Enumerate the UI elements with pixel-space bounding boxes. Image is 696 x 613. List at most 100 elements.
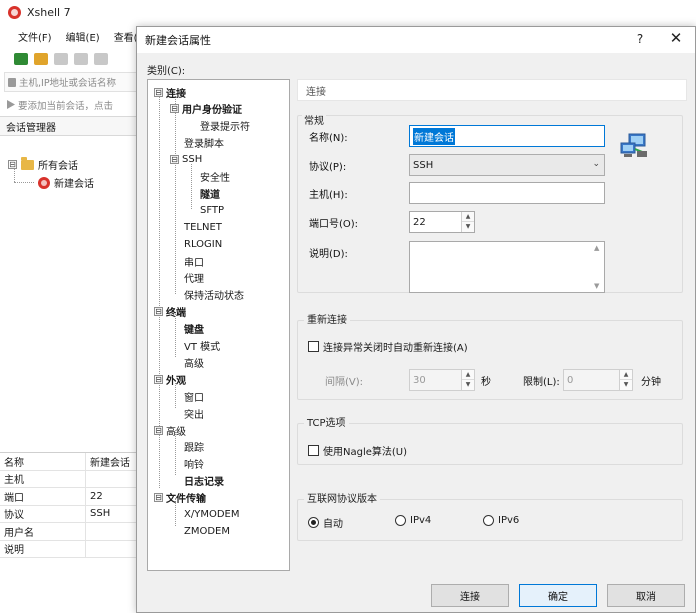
category-item[interactable]: 窗口 — [184, 389, 204, 404]
spin-buttons[interactable]: ▲ ▼ — [619, 370, 632, 390]
main-window-title: Xshell 7 — [27, 5, 71, 19]
radio-ipv6[interactable]: IPv6 — [483, 515, 519, 526]
new-session-icon[interactable] — [14, 53, 28, 65]
spin-buttons[interactable]: ▲ ▼ — [461, 370, 474, 390]
cancel-button[interactable]: 取消 — [607, 584, 685, 607]
name-label: 名称(N): — [309, 133, 348, 144]
collapse-icon[interactable]: ⊟ — [154, 307, 163, 317]
category-item[interactable]: 代理 — [184, 271, 204, 285]
scrollbar[interactable]: ▲ ▼ — [592, 242, 604, 292]
checkbox-box[interactable] — [308, 341, 319, 352]
category-item[interactable]: ⊟ 终端 — [154, 305, 186, 319]
category-item[interactable]: 跟踪 — [184, 440, 204, 454]
protocol-select[interactable]: SSH ⌄ — [409, 154, 605, 176]
copy-icon[interactable] — [94, 53, 108, 65]
session-icon — [38, 176, 50, 189]
category-item[interactable]: VT 模式 — [184, 339, 220, 353]
category-item[interactable]: 保持活动状态 — [184, 288, 244, 302]
category-item[interactable]: ⊟ 连接 — [154, 85, 186, 100]
collapse-icon[interactable]: ⊟ — [154, 425, 163, 435]
category-item[interactable]: 串口 — [184, 254, 204, 269]
category-item[interactable]: 响铃 — [184, 457, 204, 471]
menu-edit[interactable]: 编辑(E) — [66, 29, 100, 44]
dialog-title: 新建会话属性 — [145, 34, 211, 47]
category-item[interactable]: 登录提示符 — [200, 119, 250, 133]
name-field[interactable]: 新建会话 — [409, 125, 605, 147]
description-textarea[interactable]: ▲ ▼ — [409, 241, 605, 293]
spin-up-icon[interactable]: ▲ — [462, 212, 474, 222]
help-button[interactable]: ? — [633, 32, 647, 46]
spin-up-icon[interactable]: ▲ — [620, 370, 632, 380]
add-session-hint: 要添加当前会话，点击 — [4, 96, 138, 114]
radio-button[interactable] — [308, 517, 319, 528]
category-item[interactable]: 高级 — [184, 355, 204, 370]
nagle-checkbox[interactable]: 使用Nagle算法(U) — [308, 443, 407, 458]
category-item[interactable]: TELNET — [184, 220, 222, 234]
category-item-label: 保持活动状态 — [184, 291, 244, 303]
radio-button[interactable] — [483, 515, 494, 526]
prop-value — [86, 471, 138, 488]
spin-down-icon[interactable]: ▼ — [462, 380, 474, 390]
category-item[interactable]: 键盘 — [184, 322, 204, 336]
collapse-icon[interactable]: ⊟ — [170, 104, 179, 114]
category-item[interactable]: 突出 — [184, 406, 204, 421]
collapse-icon[interactable]: ⊟ — [154, 87, 163, 97]
tree-node-new-session[interactable]: 新建会话 — [38, 175, 94, 190]
port-stepper[interactable]: 22 ▲ ▼ — [409, 211, 475, 233]
prop-key: 名称 — [0, 453, 86, 470]
category-item[interactable]: ⊟ 高级 — [154, 423, 186, 438]
close-button[interactable]: ✕ — [667, 29, 685, 47]
category-item[interactable]: 日志记录 — [184, 474, 224, 488]
disconnect-icon[interactable] — [74, 53, 88, 65]
main-titlebar: Xshell 7 — [0, 0, 696, 24]
menu-file[interactable]: 文件(F) — [18, 29, 52, 44]
spin-down-icon[interactable]: ▼ — [620, 380, 632, 390]
open-folder-icon[interactable] — [34, 53, 48, 65]
category-item[interactable]: 隧道 — [200, 186, 220, 201]
collapse-icon[interactable]: ⊟ — [154, 493, 163, 503]
radio-ipv4[interactable]: IPv4 — [395, 515, 431, 526]
category-item[interactable]: ZMODEM — [184, 524, 230, 538]
category-item[interactable]: SFTP — [200, 203, 224, 217]
auto-reconnect-checkbox[interactable]: 连接异常关闭时自动重新连接(A) — [308, 339, 468, 354]
category-item[interactable]: 登录脚本 — [184, 136, 224, 150]
connect-button[interactable]: 连接 — [431, 584, 509, 607]
radio-button[interactable] — [395, 515, 406, 526]
spin-up-icon[interactable]: ▲ — [462, 370, 474, 380]
table-row: 说明 — [0, 540, 138, 558]
limit-stepper[interactable]: 0 ▲ ▼ — [563, 369, 633, 391]
arrow-icon — [7, 100, 15, 109]
category-item[interactable]: X/YMODEM — [184, 508, 239, 522]
scroll-down-icon[interactable]: ▼ — [594, 282, 599, 290]
collapse-icon[interactable]: ⊟ — [8, 160, 17, 169]
category-item[interactable]: ⊟ 用户身份验证 — [170, 102, 242, 116]
category-item[interactable]: RLOGIN — [184, 237, 222, 251]
address-bar[interactable]: 主机,IP地址或会话名称 — [4, 72, 138, 92]
category-item[interactable]: ⊟ SSH — [170, 153, 202, 167]
connect-icon[interactable] — [54, 53, 68, 65]
category-item[interactable]: ⊟ 文件传输 — [154, 491, 206, 505]
prop-value: 新建会话 — [90, 457, 130, 469]
ok-button[interactable]: 确定 — [519, 584, 597, 607]
collapse-icon[interactable]: ⊟ — [154, 374, 163, 384]
collapse-icon[interactable]: ⊟ — [170, 155, 179, 165]
host-field[interactable] — [409, 182, 605, 204]
spin-down-icon[interactable]: ▼ — [462, 222, 474, 232]
prop-key: 主机 — [0, 470, 86, 487]
category-item-label: SFTP — [200, 204, 225, 216]
category-item[interactable]: ⊟ 外观 — [154, 372, 186, 387]
scroll-up-icon[interactable]: ▲ — [594, 244, 599, 252]
checkbox-box[interactable] — [308, 445, 319, 456]
general-group-title: 常规 — [302, 112, 326, 127]
radio-label: IPv6 — [498, 515, 520, 526]
category-item-label: 外观 — [166, 375, 186, 387]
tree-node-all-sessions[interactable]: ⊟ 所有会话 — [8, 156, 78, 172]
tree-line — [191, 164, 192, 209]
auto-reconnect-label: 连接异常关闭时自动重新连接(A) — [323, 343, 468, 354]
spin-buttons[interactable]: ▲ ▼ — [461, 212, 474, 232]
interval-stepper[interactable]: 30 ▲ ▼ — [409, 369, 475, 391]
radio-auto[interactable]: 自动 — [308, 515, 343, 530]
category-item[interactable]: 安全性 — [200, 170, 230, 184]
category-item-label: 用户身份验证 — [182, 105, 242, 117]
category-tree[interactable]: ⊟ 连接 ⊟ 用户身份验证 登录提示符 登录脚本 ⊟ SSH 安全性 隧道 SFTP TELNET RL… — [147, 79, 290, 571]
